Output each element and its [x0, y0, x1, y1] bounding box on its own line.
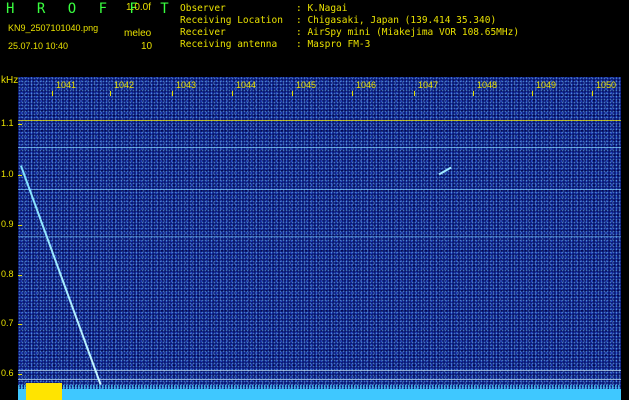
carrier-line: [18, 147, 621, 148]
y-tick-label: 0.7: [1, 318, 14, 328]
x-tick-mark: [110, 91, 111, 96]
y-tick-mark: [18, 324, 22, 325]
info-value: : K.Nagai: [296, 3, 348, 14]
carrier-line: [18, 370, 621, 371]
y-tick-label: 0.8: [1, 269, 14, 279]
meleo-value: 10: [141, 41, 153, 52]
x-tick-mark: [352, 91, 353, 96]
info-row-location: Receiving Location : Chigasaki, Japan (13…: [180, 15, 519, 27]
y-tick-label: 0.6: [1, 368, 14, 378]
x-tick-label: 1043: [176, 80, 197, 90]
x-tick-label: 1050: [596, 80, 617, 90]
y-tick-label: 0.9: [1, 219, 14, 229]
signal-burst: [26, 383, 62, 400]
info-row-receiver: Receiver : AirSpy mini (Miakejima VOR 108…: [180, 27, 519, 39]
info-value: : AirSpy mini (Miakejima VOR 108.65MHz): [296, 27, 520, 38]
y-tick-mark: [18, 275, 22, 276]
info-key: Observer: [180, 3, 226, 14]
info-key: Receiving Location: [180, 15, 283, 26]
x-tick-label: 1049: [536, 80, 557, 90]
filename-label: KN9_2507101040.png: [8, 23, 99, 33]
x-tick-mark: [52, 91, 53, 96]
timestamp-label: 25.07.10 10:40: [8, 41, 69, 51]
station-info: Observer : K.Nagai Receiving Location : Ch…: [180, 3, 519, 51]
x-tick-mark: [292, 91, 293, 96]
meleo-label: meleo: [124, 28, 152, 39]
carrier-line: [18, 120, 621, 121]
y-tick-label: 1.1: [1, 118, 14, 128]
y-tick-mark: [18, 175, 22, 176]
x-tick-label: 1045: [296, 80, 317, 90]
carrier-line: [18, 189, 621, 190]
x-tick-mark: [232, 91, 233, 96]
spectrogram: [18, 77, 621, 400]
x-tick-label: 1042: [114, 80, 135, 90]
carrier-line: [18, 379, 621, 380]
x-tick-mark: [473, 91, 474, 96]
y-tick-mark: [18, 374, 22, 375]
x-tick-mark: [532, 91, 533, 96]
info-key: Receiving antenna: [180, 39, 278, 50]
x-tick-mark: [414, 91, 415, 96]
app-version: 1.0.0f: [126, 2, 152, 13]
y-tick-mark: [18, 124, 22, 125]
info-value: : Maspro FM-3: [296, 39, 371, 50]
info-value: : Chigasaki, Japan (139.414 35.340): [296, 15, 497, 26]
x-tick-label: 1041: [56, 80, 77, 90]
x-tick-mark: [592, 91, 593, 96]
x-tick-mark: [172, 91, 173, 96]
info-key: Receiver: [180, 27, 226, 38]
noise-floor: [18, 389, 621, 400]
x-tick-label: 1046: [356, 80, 377, 90]
header-panel: H R O F F T 1.0.0f KN9_2507101040.png 25…: [0, 0, 629, 78]
unit-label: kHz: [1, 75, 19, 86]
x-tick-label: 1044: [236, 80, 257, 90]
y-tick-label: 1.0: [1, 169, 14, 179]
carrier-line: [18, 236, 621, 237]
info-row-observer: Observer : K.Nagai: [180, 3, 519, 15]
info-row-antenna: Receiving antenna : Maspro FM-3: [180, 39, 519, 51]
y-tick-mark: [18, 225, 22, 226]
x-tick-label: 1048: [477, 80, 498, 90]
x-tick-label: 1047: [418, 80, 439, 90]
